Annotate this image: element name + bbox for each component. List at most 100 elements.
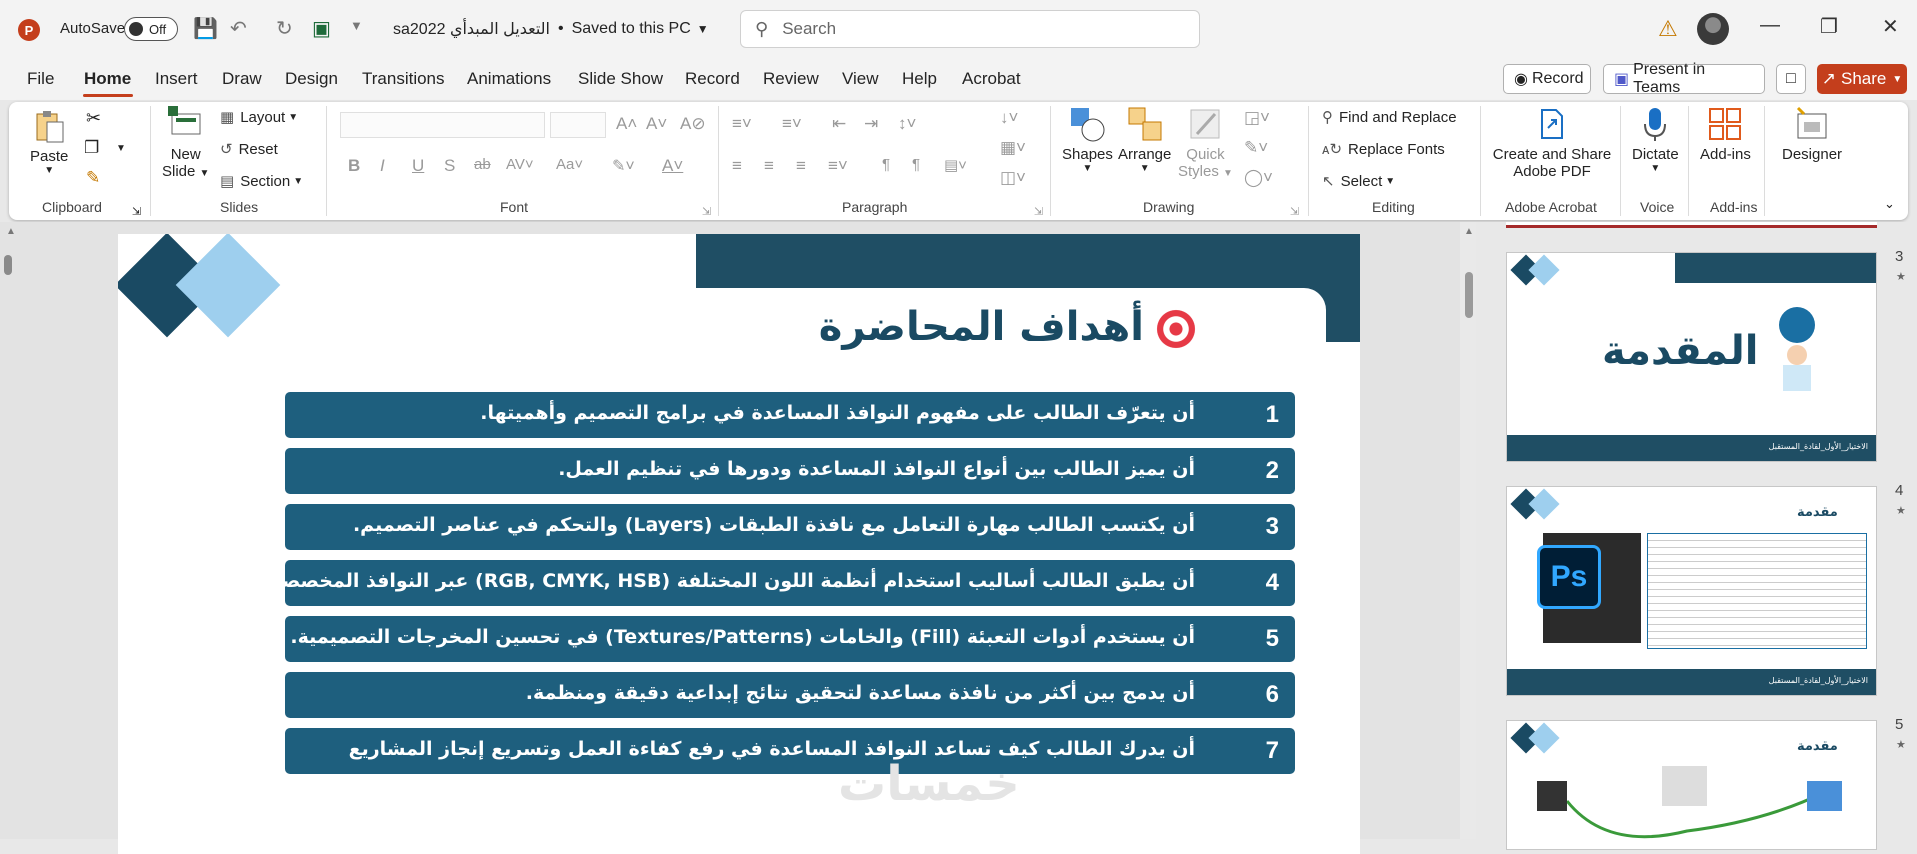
- tab-file[interactable]: File: [27, 69, 54, 89]
- objective-item[interactable]: 7 أن يدرك الطالب كيف تساعد النوافذ المساع…: [285, 728, 1295, 774]
- bold-icon[interactable]: B: [348, 156, 360, 176]
- objective-item[interactable]: 4 أن يطبق الطالب أساليب استخدام أنظمة الل…: [230, 560, 1295, 606]
- redo-icon[interactable]: ↻: [276, 16, 293, 41]
- layout-button[interactable]: ▦ Layout ▼: [220, 108, 298, 127]
- objective-item[interactable]: 6 أن يدمج بين أكثر من نافذة مساعدة لتحقيق…: [285, 672, 1295, 718]
- scrollbar-thumb[interactable]: [1465, 272, 1473, 318]
- find-replace-button[interactable]: ⚲ Find and Replace: [1322, 108, 1457, 127]
- undo-icon[interactable]: ↶: [230, 16, 247, 41]
- tab-design[interactable]: Design: [285, 69, 338, 89]
- copy-icon[interactable]: ❐: [84, 138, 99, 158]
- avatar[interactable]: [1697, 13, 1729, 45]
- tab-slide-show[interactable]: Slide Show: [578, 69, 663, 89]
- rtl-icon[interactable]: ¶: [912, 156, 920, 173]
- tab-acrobat[interactable]: Acrobat: [962, 69, 1021, 89]
- smartart-icon[interactable]: ◫˅: [1000, 168, 1026, 188]
- restore-icon[interactable]: ❐: [1820, 14, 1838, 39]
- clear-formatting-icon[interactable]: A⊘: [680, 114, 706, 134]
- section-button[interactable]: ▤ Section ▼: [220, 172, 303, 191]
- align-right-icon[interactable]: ≡: [796, 156, 806, 176]
- tab-insert[interactable]: Insert: [155, 69, 198, 89]
- shape-outline-icon[interactable]: ✎˅: [1244, 138, 1268, 158]
- tab-review[interactable]: Review: [763, 69, 819, 89]
- dialog-launcher-icon[interactable]: ⇲: [132, 205, 141, 218]
- increase-font-icon[interactable]: A˄: [616, 114, 637, 134]
- slide-title[interactable]: أهداف المحاضرة: [718, 304, 1198, 351]
- present-in-teams-button[interactable]: ▣ Present in Teams: [1603, 61, 1765, 96]
- line-spacing-icon[interactable]: ↕˅: [898, 114, 916, 134]
- cut-icon[interactable]: ✂: [86, 108, 101, 129]
- font-color-icon[interactable]: A˅: [662, 156, 683, 176]
- present-from-start-icon[interactable]: ▣: [312, 16, 331, 41]
- slide-thumbnail[interactable]: مقدمة Ps الاختيار_الأول_لقادة_المستقبل: [1506, 486, 1877, 696]
- collapse-ribbon-icon[interactable]: ⌄: [1884, 196, 1895, 212]
- slide-thumbnail[interactable]: مقدمة: [1506, 720, 1877, 850]
- decrease-font-icon[interactable]: A˅: [646, 114, 667, 134]
- replace-fonts-button[interactable]: ᴀ↻ Replace Fonts: [1322, 140, 1445, 159]
- font-name-dropdown[interactable]: [340, 112, 545, 138]
- scroll-up-icon[interactable]: ▲: [6, 226, 16, 237]
- change-case-icon[interactable]: Aa˅: [556, 156, 583, 173]
- paste-button[interactable]: Paste ▼: [30, 108, 68, 176]
- align-text-icon[interactable]: ▦˅: [1000, 138, 1026, 158]
- share-button[interactable]: ↗ Share ▼: [1817, 64, 1907, 94]
- close-icon[interactable]: ✕: [1882, 14, 1899, 39]
- customize-toolbar-icon[interactable]: ▼: [350, 18, 363, 33]
- slide-thumbnail[interactable]: المقدمة الاختيار_الأول_لقادة_المستقبل: [1506, 252, 1877, 462]
- create-share-pdf-button[interactable]: Create and Share Adobe PDF: [1490, 106, 1614, 180]
- shape-effects-icon[interactable]: ◯˅: [1244, 168, 1273, 188]
- tab-draw[interactable]: Draw: [222, 69, 262, 89]
- objective-item[interactable]: 2 أن يميز الطالب بين أنواع النوافذ المساع…: [285, 448, 1295, 494]
- add-ins-button[interactable]: Add-ins: [1700, 106, 1751, 163]
- tab-help[interactable]: Help: [902, 69, 937, 89]
- warning-icon[interactable]: ⚠: [1658, 16, 1678, 42]
- increase-indent-icon[interactable]: ⇥: [864, 114, 878, 134]
- scrollbar-thumb[interactable]: [4, 255, 12, 275]
- justify-icon[interactable]: ≡˅: [828, 156, 848, 176]
- dictate-button[interactable]: Dictate ▼: [1632, 106, 1679, 174]
- decrease-indent-icon[interactable]: ⇤: [832, 114, 846, 134]
- tab-home[interactable]: Home: [84, 69, 131, 89]
- strikethrough-icon[interactable]: ab: [474, 156, 491, 173]
- arrange-button[interactable]: Arrange ▼: [1118, 106, 1171, 174]
- minimize-icon[interactable]: —: [1760, 14, 1780, 37]
- new-slide-button[interactable]: New Slide ▼: [162, 106, 209, 180]
- text-direction-icon[interactable]: ↓˅: [1000, 108, 1018, 128]
- scroll-up-icon[interactable]: ▲: [1464, 226, 1474, 237]
- tab-transitions[interactable]: Transitions: [362, 69, 445, 89]
- objective-item[interactable]: 5 أن يستخدم أدوات التعبئة (Fill) والخامات…: [285, 616, 1295, 662]
- shape-fill-icon[interactable]: ◲˅: [1244, 108, 1270, 128]
- objective-item[interactable]: 1 أن يتعرّف الطالب على مفهوم النوافذ المس…: [285, 392, 1295, 438]
- italic-icon[interactable]: I: [380, 156, 385, 176]
- font-size-dropdown[interactable]: [550, 112, 606, 138]
- select-button[interactable]: ↖ Select ▼: [1322, 172, 1395, 191]
- designer-button[interactable]: Designer: [1782, 106, 1842, 163]
- format-painter-icon[interactable]: ✎: [86, 168, 100, 188]
- align-center-icon[interactable]: ≡: [764, 156, 774, 176]
- columns-icon[interactable]: ▤˅: [944, 156, 967, 174]
- comments-button[interactable]: □: [1776, 64, 1806, 94]
- underline-icon[interactable]: U: [412, 156, 424, 176]
- dialog-launcher-icon[interactable]: ⇲: [702, 205, 711, 218]
- autosave-toggle[interactable]: Off: [124, 17, 178, 41]
- thumbnail-partial[interactable]: [1506, 222, 1877, 228]
- document-title[interactable]: sa2022 التعديل المبدأي • Saved to this PC ▼: [393, 19, 709, 39]
- record-button[interactable]: ◉ Record: [1503, 64, 1591, 94]
- current-slide[interactable]: أهداف المحاضرة 1 أن يتعرّف الطالب على مفه…: [118, 234, 1360, 854]
- shadow-icon[interactable]: S: [444, 156, 455, 176]
- tab-view[interactable]: View: [842, 69, 879, 89]
- tab-record[interactable]: Record: [685, 69, 740, 89]
- shapes-button[interactable]: Shapes ▼: [1062, 106, 1113, 174]
- save-icon[interactable]: 💾: [193, 16, 218, 41]
- objective-item[interactable]: 3 أن يكتسب الطالب مهارة التعامل مع نافذة …: [285, 504, 1295, 550]
- search-box[interactable]: ⚲ Search: [740, 10, 1200, 48]
- dialog-launcher-icon[interactable]: ⇲: [1034, 205, 1043, 218]
- highlight-icon[interactable]: ✎˅: [612, 156, 635, 176]
- quick-styles-button[interactable]: Quick Styles ▼: [1178, 106, 1233, 180]
- dialog-launcher-icon[interactable]: ⇲: [1290, 205, 1299, 218]
- tab-animations[interactable]: Animations: [467, 69, 551, 89]
- character-spacing-icon[interactable]: AV˅: [506, 156, 534, 173]
- reset-button[interactable]: ↺ Reset: [220, 140, 278, 159]
- ltr-icon[interactable]: ¶: [882, 156, 890, 173]
- numbering-icon[interactable]: ≡˅: [782, 114, 802, 134]
